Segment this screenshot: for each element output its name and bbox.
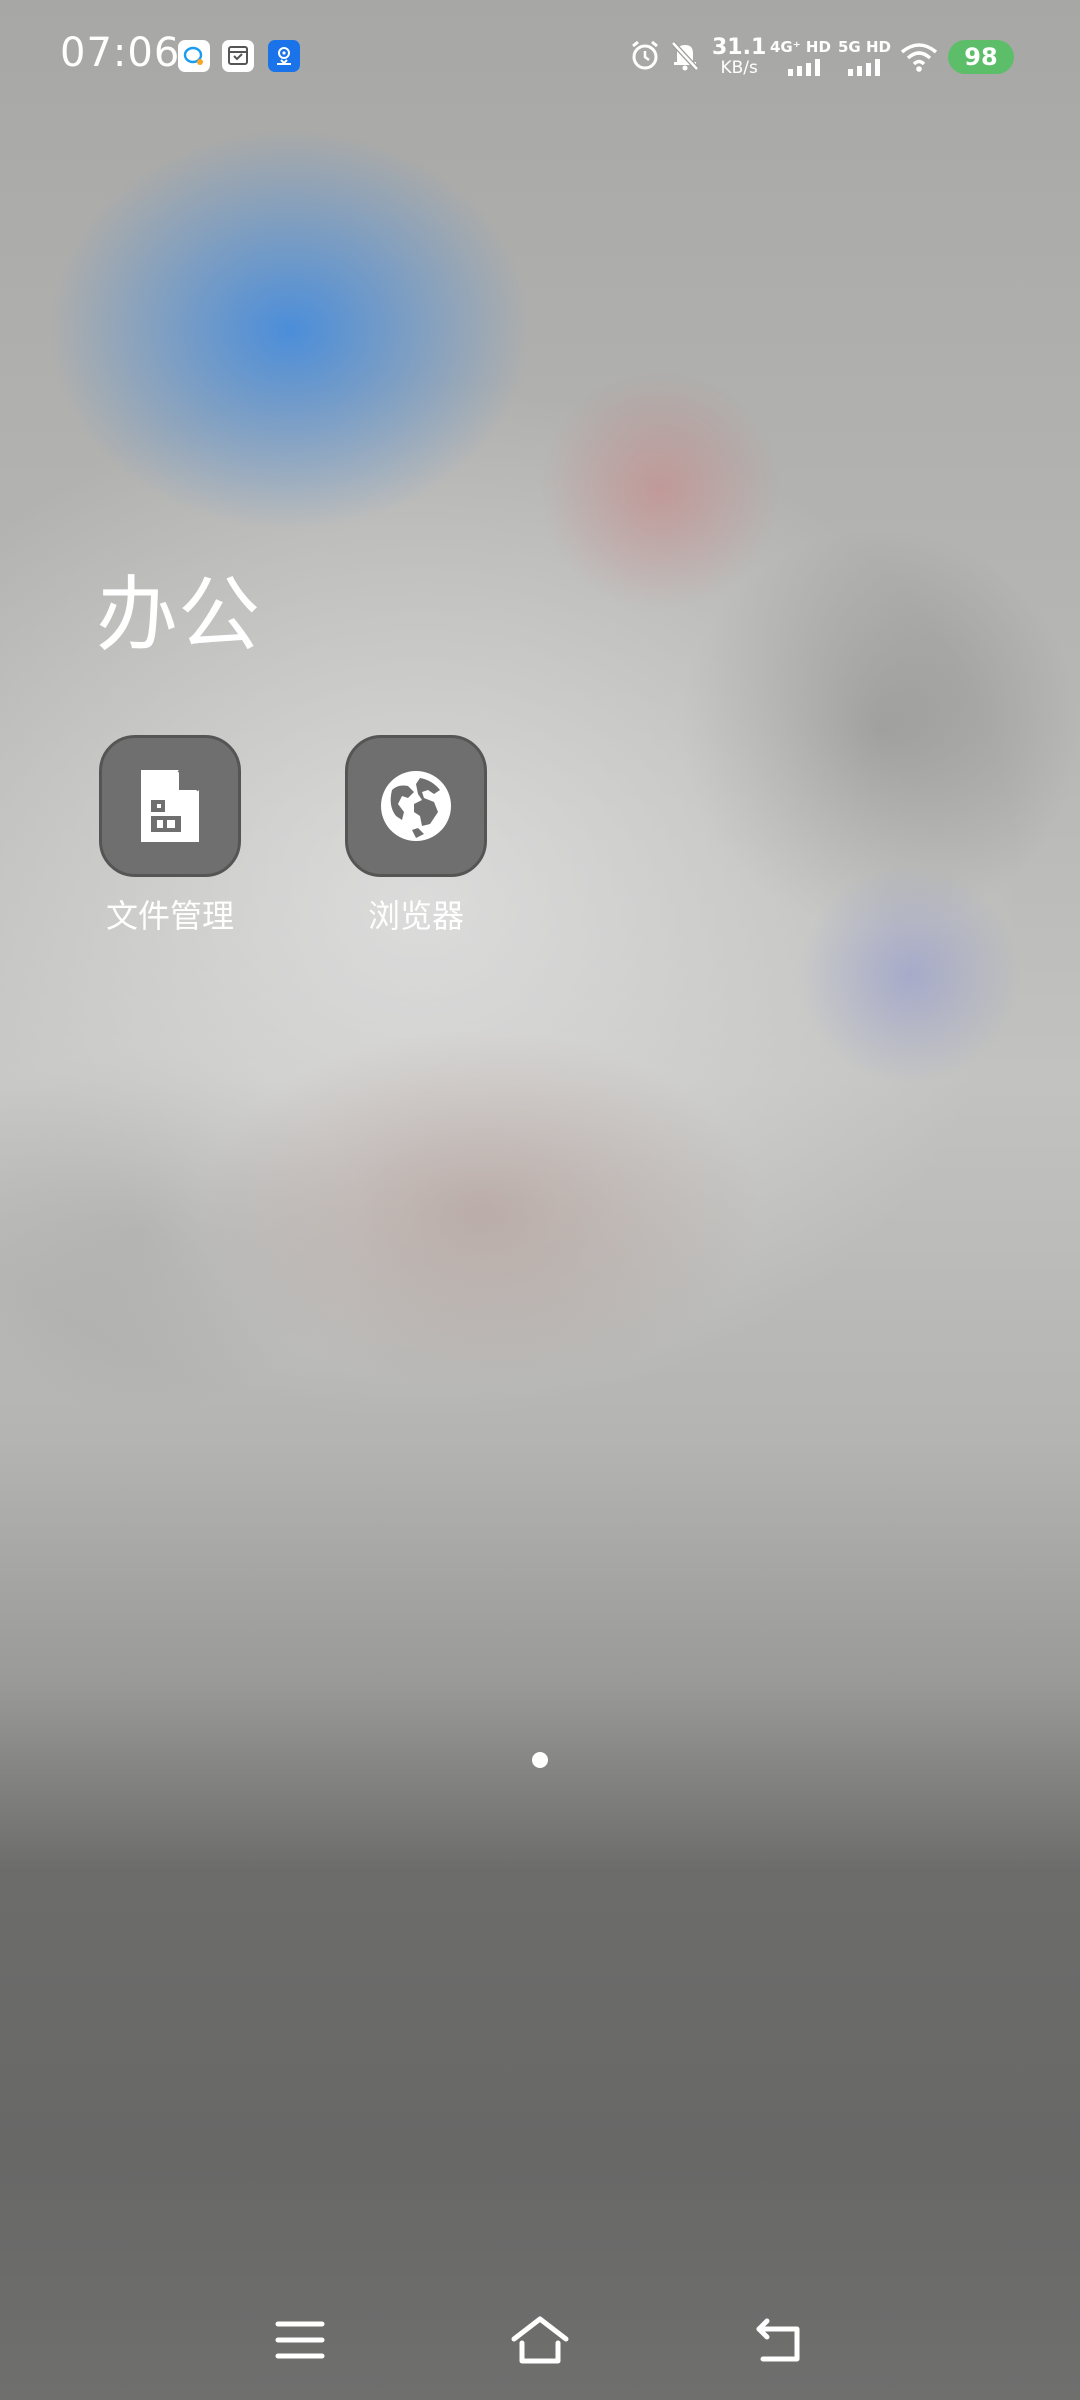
sim2-label: 5G HD bbox=[838, 38, 891, 56]
network-speed-value: 31.1 bbox=[712, 35, 767, 60]
recent-apps-button[interactable] bbox=[260, 2300, 340, 2380]
signal-icon bbox=[848, 59, 880, 76]
home-icon bbox=[511, 2316, 569, 2364]
battery-indicator: 98 bbox=[948, 40, 1014, 74]
browser-globe-icon[interactable] bbox=[345, 735, 487, 877]
file-manager-icon[interactable] bbox=[99, 735, 241, 877]
network-speed: 31.1 KB/s bbox=[712, 35, 767, 79]
sim1-label: 4G⁺ HD bbox=[770, 38, 831, 56]
chat-notification-icon bbox=[178, 40, 210, 72]
mute-bell-icon bbox=[671, 41, 699, 71]
network-speed-unit: KB/s bbox=[720, 58, 758, 78]
status-bar: 07:06 31.1 KB/s 4G⁺ HD 5G HD 98 bbox=[0, 0, 1080, 116]
back-button[interactable] bbox=[740, 2300, 820, 2380]
back-icon bbox=[756, 2318, 800, 2362]
app-file-manager[interactable]: 文件管理 bbox=[70, 735, 270, 937]
folder-title[interactable]: 办公 bbox=[96, 548, 260, 667]
app-label: 文件管理 bbox=[105, 897, 234, 935]
menu-icon bbox=[275, 2321, 325, 2359]
alarm-icon bbox=[632, 40, 658, 70]
inbox-notification-icon bbox=[222, 40, 254, 72]
wallpaper bbox=[0, 0, 1080, 2400]
location-notification-icon bbox=[268, 40, 300, 72]
wifi-icon bbox=[900, 43, 938, 72]
page-indicator-dot bbox=[532, 1752, 548, 1768]
home-button[interactable] bbox=[500, 2300, 580, 2380]
status-time: 07:06 bbox=[60, 30, 181, 76]
app-label: 浏览器 bbox=[367, 897, 464, 935]
signal-icon bbox=[788, 59, 820, 76]
app-browser[interactable]: 浏览器 bbox=[316, 735, 516, 937]
